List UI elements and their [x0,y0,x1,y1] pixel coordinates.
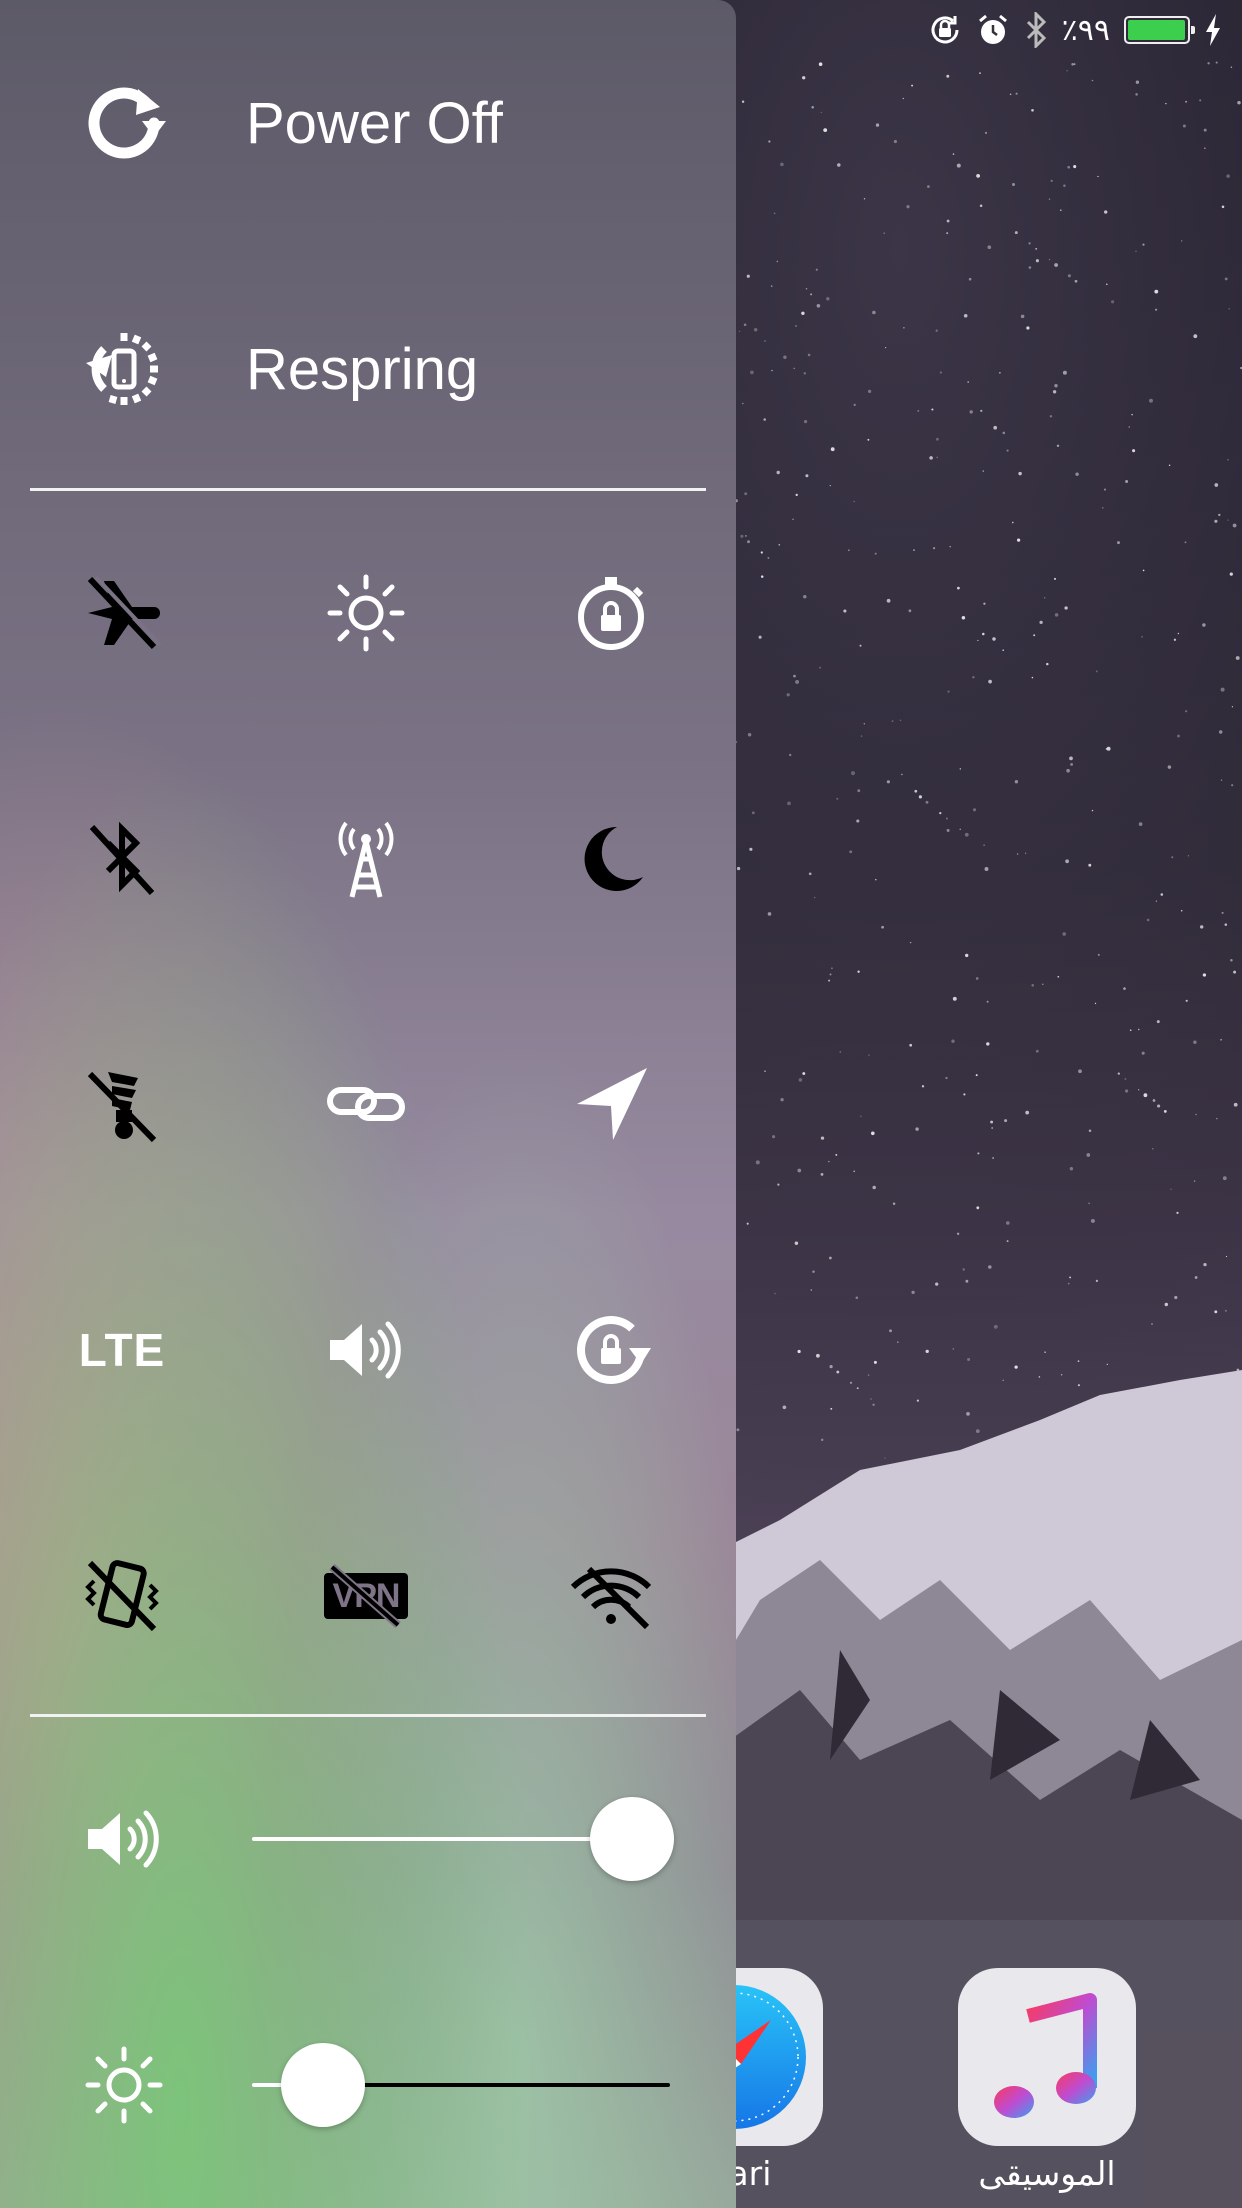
auto-lock-timer-icon [578,577,644,650]
battery-icon [1124,16,1195,44]
divider [30,488,706,491]
lte-toggle[interactable]: LTE [62,1290,182,1410]
vibration-toggle[interactable] [62,1535,182,1655]
brightness-icon [327,574,405,652]
link-toggle[interactable] [306,1044,426,1164]
volume-thumb[interactable] [590,1797,675,1881]
airplane-mode-off-icon [87,575,162,650]
volume-icon [82,1797,166,1881]
auto-lock-toggle[interactable] [551,553,671,673]
bluetooth-toggle[interactable] [62,799,182,919]
flashlight-off-icon [87,1071,157,1143]
power-menu-panel: Power Off Respring LTE [0,0,736,2208]
bluetooth-icon [1024,12,1048,48]
airplane-mode-toggle[interactable] [62,553,182,673]
brightness-slider[interactable] [0,2025,736,2145]
do-not-disturb-icon [584,826,643,891]
rotation-lock-icon [928,13,962,47]
battery-percentage: ٪٩٩ [1061,13,1110,47]
battery-level [1128,20,1186,40]
volume-slider[interactable] [0,1779,736,1899]
respring-button[interactable]: Respring [0,294,736,444]
location-toggle[interactable] [551,1044,671,1164]
respring-label: Respring [246,336,479,402]
vpn-off-icon: VPN [324,1563,408,1629]
respring-icon [82,327,166,411]
bolt-icon [1204,14,1222,46]
dock-app-music[interactable]: الموسيقى [958,1968,1136,2193]
status-bar: ٪٩٩ [702,0,1242,60]
cellular-data-icon [338,821,394,898]
cellular-data-toggle[interactable] [306,799,426,919]
lte-icon: LTE [78,1324,166,1376]
wifi-toggle[interactable] [551,1535,671,1655]
music-icon[interactable] [958,1968,1136,2146]
ringer-icon [330,1321,401,1379]
link-icon [327,1087,405,1121]
rotation-lock-icon [577,1316,651,1384]
vibration-off-icon [85,1560,159,1632]
do-not-disturb-toggle[interactable] [551,799,671,919]
brightness-thumb[interactable] [281,2043,366,2127]
vpn-toggle[interactable]: VPN [306,1535,426,1655]
reboot-icon [82,81,166,165]
location-icon [577,1068,647,1140]
flashlight-toggle[interactable] [62,1044,182,1164]
app-label: الموسيقى [978,2154,1116,2193]
bluetooth-off-icon [89,821,155,896]
brightness-toggle[interactable] [306,553,426,673]
brightness-icon [82,2043,166,2127]
power-off-label: Power Off [246,90,503,156]
wifi-off-icon [570,1566,652,1630]
alarm-icon [976,13,1010,47]
ringer-toggle[interactable] [306,1290,426,1410]
divider [30,1714,706,1717]
rotation-lock-toggle[interactable] [551,1290,671,1410]
power-off-button[interactable]: Power Off [0,48,736,198]
